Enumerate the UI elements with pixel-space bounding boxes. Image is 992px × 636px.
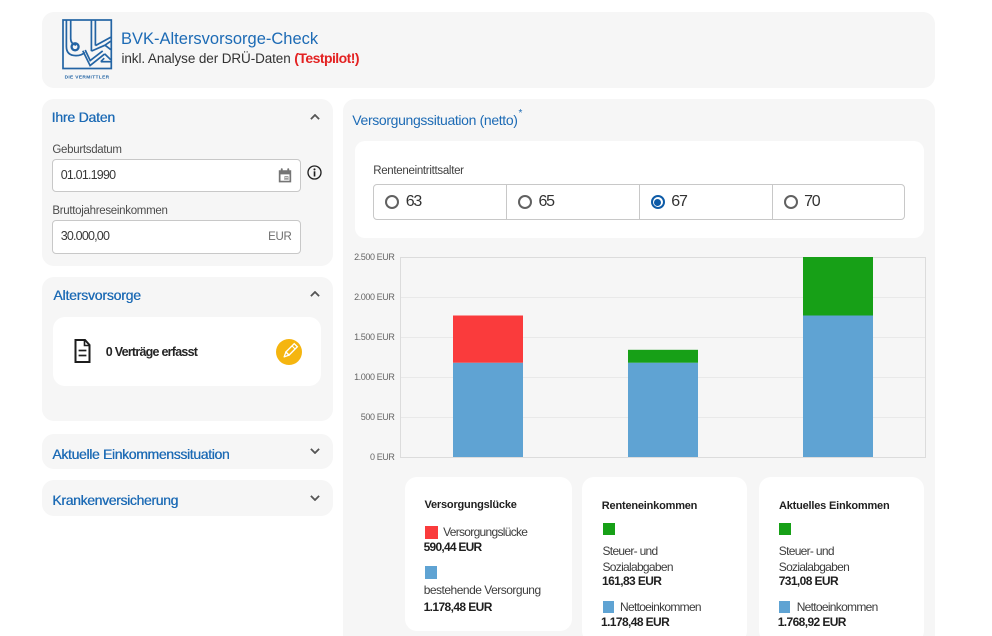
svg-text:DIE VERMITTLER: DIE VERMITTLER [65, 75, 110, 81]
svg-text:0 EUR: 0 EUR [369, 452, 394, 462]
svg-text:1.000 EUR: 1.000 EUR [354, 372, 395, 382]
svg-text:500 EUR: 500 EUR [360, 412, 395, 422]
svg-text:2.000 EUR: 2.000 EUR [354, 292, 395, 302]
svg-text:2.500 EUR: 2.500 EUR [354, 252, 395, 262]
svg-text:1.500 EUR: 1.500 EUR [354, 332, 395, 342]
